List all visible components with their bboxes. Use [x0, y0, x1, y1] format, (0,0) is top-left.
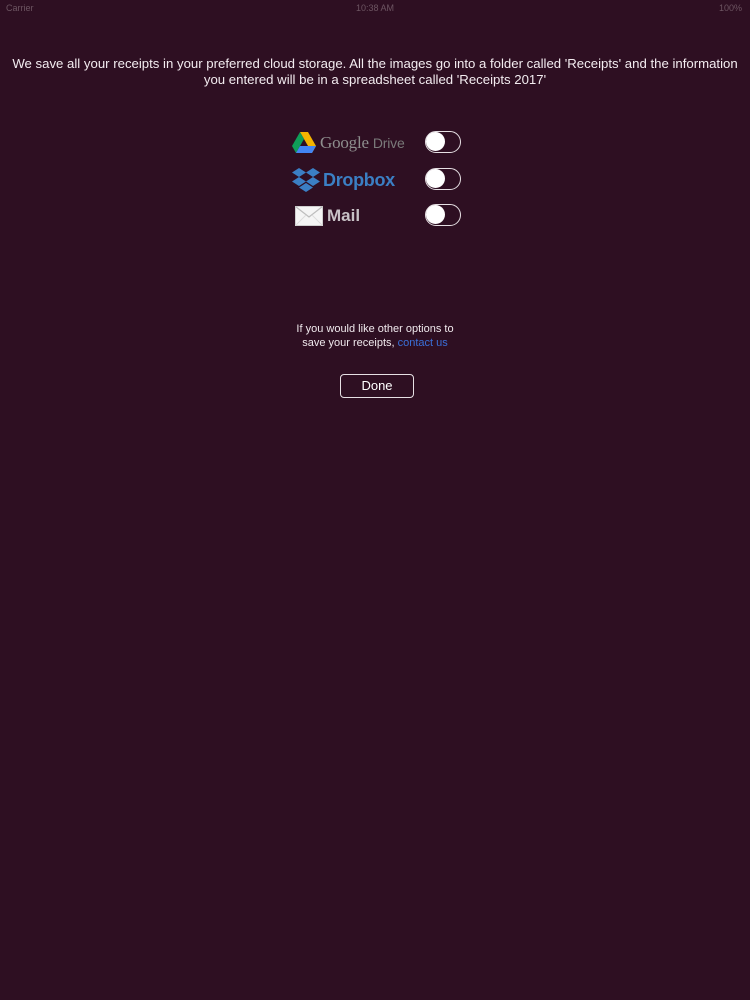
mail-toggle[interactable]	[425, 204, 461, 226]
google-drive-product: Drive	[372, 135, 405, 151]
mail-logo: Mail	[292, 202, 360, 230]
dropbox-logo: Dropbox	[292, 166, 395, 194]
status-battery: 100%	[718, 3, 742, 13]
option-row-mail: Mail	[292, 202, 467, 230]
contact-us-link[interactable]: contact us	[398, 337, 448, 349]
status-bar: Carrier 10:38 AM 100%	[0, 0, 750, 16]
other-options-line-1: If you would like other options to	[296, 323, 454, 335]
done-button[interactable]: Done	[340, 374, 414, 398]
status-time: 10:38 AM	[355, 3, 395, 13]
intro-line-2: you entered will be in a spreadsheet cal…	[203, 72, 547, 87]
toggle-knob	[426, 205, 445, 224]
other-options-prefix: save your receipts,	[302, 337, 395, 349]
google-drive-icon	[292, 132, 316, 153]
mail-envelope-icon	[295, 206, 323, 226]
toggle-knob	[426, 132, 445, 151]
dropbox-label: Dropbox	[323, 169, 395, 190]
intro-text: We save all your receipts in your prefer…	[0, 56, 750, 88]
mail-label: Mail	[327, 206, 361, 225]
google-drive-logo: Google Drive	[292, 129, 405, 157]
dropbox-icon	[292, 168, 320, 192]
option-row-google-drive: Google Drive	[292, 129, 467, 157]
intro-line-1: We save all your receipts in your prefer…	[12, 56, 738, 71]
option-row-dropbox: Dropbox	[292, 166, 467, 194]
dropbox-toggle[interactable]	[425, 168, 461, 190]
toggle-knob	[426, 169, 445, 188]
other-options-text: If you would like other options to save …	[0, 322, 750, 350]
google-drive-toggle[interactable]	[425, 131, 461, 153]
google-drive-brand: Google	[320, 133, 369, 152]
other-options-line-2: save your receipts, contact us	[0, 336, 750, 350]
